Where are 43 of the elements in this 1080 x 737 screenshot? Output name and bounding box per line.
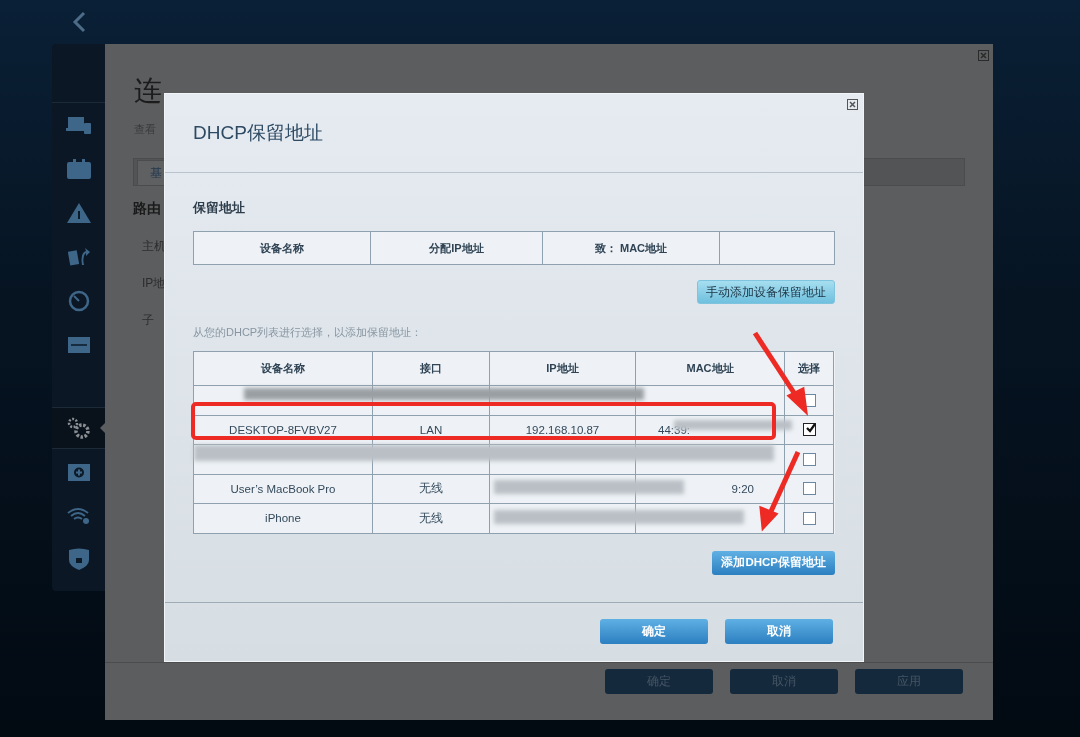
column-header: MAC地址 xyxy=(635,351,785,386)
gauge-icon xyxy=(68,290,90,312)
first-aid-icon xyxy=(68,461,90,481)
table-cell: LAN xyxy=(419,423,443,436)
table-cell: 无线 xyxy=(419,511,443,524)
section-title: 保留地址 xyxy=(193,199,246,217)
sidebar-item[interactable] xyxy=(52,408,106,449)
table-cell: 无线 xyxy=(419,482,443,495)
section-title: 路由 xyxy=(133,200,161,218)
table-cell: 192.168.10.87 xyxy=(525,423,600,436)
dialog-button[interactable]: 取消 xyxy=(725,619,833,644)
warning-icon xyxy=(67,203,91,223)
shield-icon xyxy=(69,548,89,570)
table-cell: 44:39: xyxy=(658,423,690,436)
briefcase-icon xyxy=(67,159,91,179)
settings-icon xyxy=(66,416,92,440)
column-header: 接口 xyxy=(372,351,490,386)
cards-icon xyxy=(68,247,90,267)
close-icon[interactable] xyxy=(847,99,858,110)
table-cell: User’s MacBook Pro xyxy=(230,482,336,495)
checkbox[interactable] xyxy=(802,512,816,525)
table-cell: iPhone xyxy=(265,512,301,525)
dialog-button[interactable]: 确定 xyxy=(600,619,708,644)
hint-text: 从您的DHCP列表进行选择，以添加保留地址： xyxy=(193,325,424,340)
dialog-title: DHCP保留地址 xyxy=(193,121,324,145)
checkbox[interactable] xyxy=(802,423,816,437)
column-header: 选择 xyxy=(784,351,834,386)
checkbox[interactable] xyxy=(802,453,816,466)
laptop-icon xyxy=(66,116,92,134)
back-icon[interactable] xyxy=(72,11,86,33)
manual-add-button[interactable]: 手动添加设备保留地址 xyxy=(697,280,835,304)
column-header: 致： MAC地址 xyxy=(542,231,720,265)
checkbox[interactable] xyxy=(802,482,816,496)
column-header: IP地址 xyxy=(489,351,636,386)
column-header: 分配IP地址 xyxy=(370,231,543,265)
usb-icon xyxy=(68,337,90,353)
table-cell: DESKTOP-8FVBV27 xyxy=(229,423,337,436)
page-title: 连 xyxy=(134,74,162,108)
column-header: 设备名称 xyxy=(193,231,371,265)
table-cell: 9:20 xyxy=(731,482,754,495)
wifi-icon xyxy=(67,505,91,525)
add-reservation-button[interactable]: 添加DHCP保留地址 xyxy=(712,550,835,575)
column-header: 设备名称 xyxy=(193,351,373,386)
